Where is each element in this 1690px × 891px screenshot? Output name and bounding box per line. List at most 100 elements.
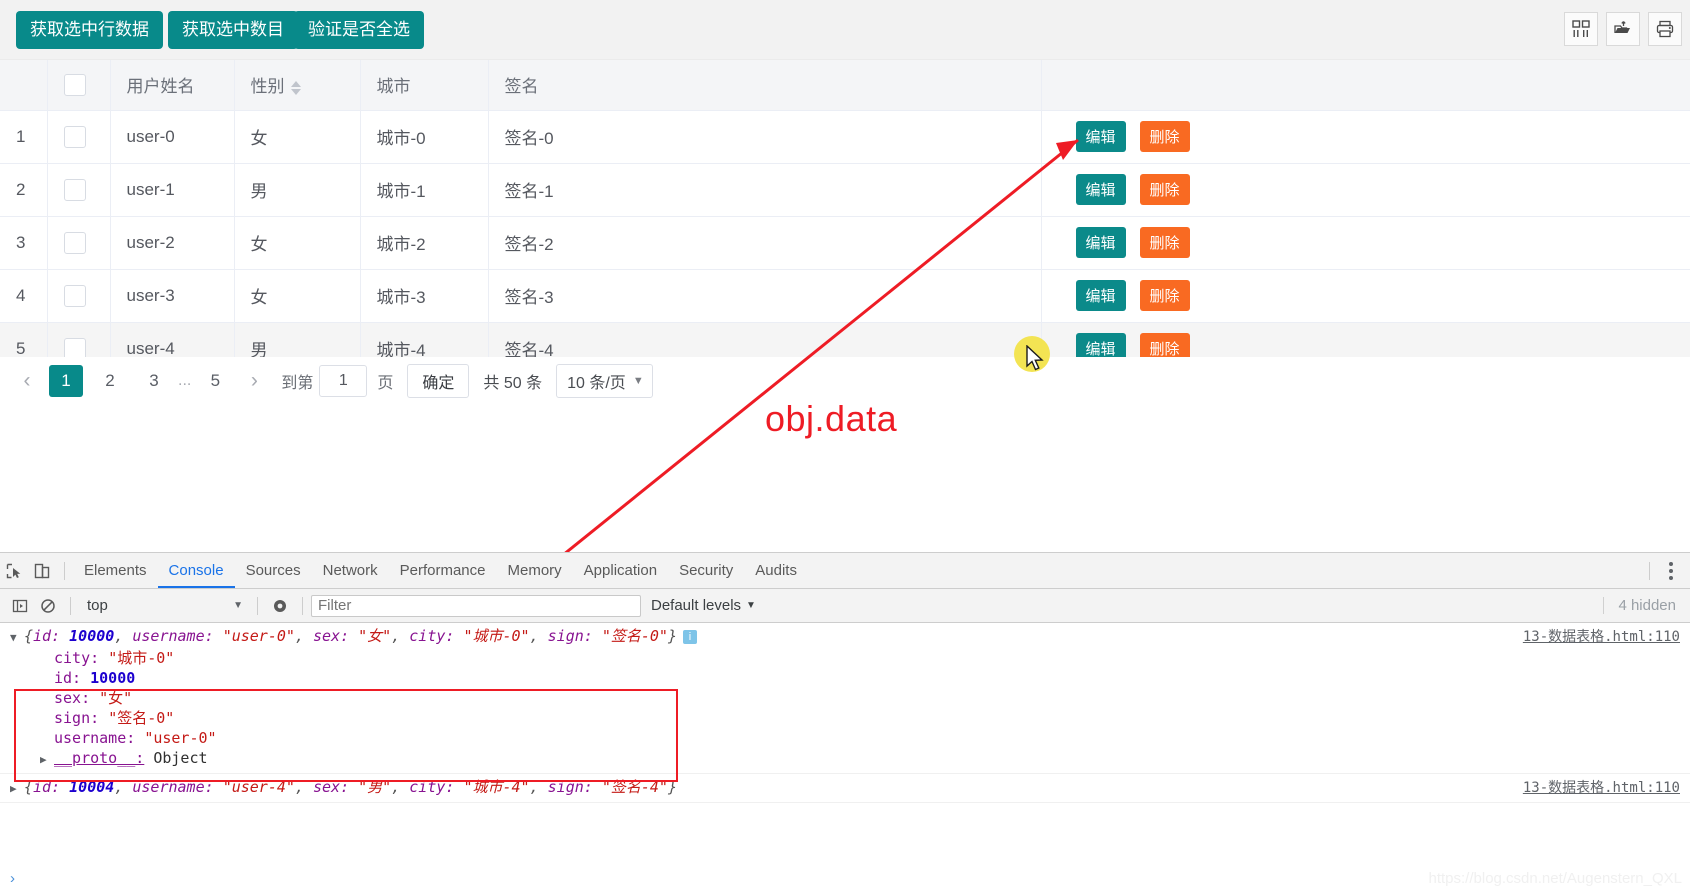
verify-select-all-button[interactable]: 验证是否全选 bbox=[294, 11, 424, 49]
get-selected-count-button[interactable]: 获取选中数目 bbox=[168, 11, 298, 49]
next-page-icon[interactable]: › bbox=[237, 364, 271, 398]
info-badge-icon[interactable]: i bbox=[683, 629, 697, 644]
chevron-down-icon: ▼ bbox=[233, 600, 243, 611]
page-size-select[interactable]: 10 条/页 ▼ bbox=[556, 364, 653, 398]
source-link[interactable]: 13-数据表格.html:110 bbox=[1523, 627, 1680, 647]
inspect-element-icon[interactable] bbox=[0, 557, 28, 585]
page-button-3[interactable]: 3 bbox=[137, 365, 171, 397]
table-row[interactable]: 3 user-2 女 城市-2 签名-2 编辑 删除 bbox=[0, 216, 1690, 270]
brace-open: { bbox=[24, 778, 34, 796]
tab-sources[interactable]: Sources bbox=[235, 553, 312, 588]
row-checkbox[interactable] bbox=[63, 178, 86, 201]
log-levels-label: Default levels bbox=[651, 597, 742, 614]
tab-memory[interactable]: Memory bbox=[497, 553, 573, 588]
console-sidebar-icon[interactable] bbox=[6, 592, 34, 620]
prev-page-icon[interactable]: ‹ bbox=[10, 364, 44, 398]
select-all-checkbox[interactable] bbox=[63, 73, 86, 96]
delete-button[interactable]: 删除 bbox=[1139, 227, 1190, 258]
delete-button[interactable]: 删除 bbox=[1139, 280, 1190, 311]
print-icon[interactable] bbox=[1648, 12, 1682, 46]
cell-actions: 编辑 删除 bbox=[1041, 163, 1690, 217]
console-log-entry[interactable]: ▶ {id: 10004, username: "user-4", sex: "男… bbox=[0, 774, 1690, 803]
property-value: 10000 bbox=[90, 669, 136, 687]
row-select-cell bbox=[47, 110, 111, 164]
tab-elements[interactable]: Elements bbox=[73, 553, 158, 588]
table-row[interactable]: 4 user-3 女 城市-3 签名-3 编辑 删除 bbox=[0, 269, 1690, 323]
object-preview: {id: 10004, username: "user-4", sex: "男"… bbox=[24, 778, 677, 796]
cell-username: user-2 bbox=[110, 216, 235, 270]
sort-caret-icon[interactable] bbox=[290, 80, 301, 95]
preview-value-city: "城市-4" bbox=[463, 778, 530, 796]
clear-console-icon[interactable] bbox=[34, 592, 62, 620]
edit-button[interactable]: 编辑 bbox=[1075, 174, 1126, 205]
execution-context-label: top bbox=[87, 597, 108, 614]
preview-value-username: "user-4" bbox=[222, 778, 295, 796]
header-sign[interactable]: 签名 bbox=[488, 60, 1042, 111]
brace-close: } bbox=[667, 627, 677, 645]
chevron-down-icon: ▼ bbox=[632, 375, 644, 387]
cell-sign: 签名-2 bbox=[488, 216, 1042, 270]
device-toolbar-icon[interactable] bbox=[28, 557, 56, 585]
log-levels-select[interactable]: Default levels ▼ bbox=[651, 597, 756, 614]
property-value: "user-0" bbox=[144, 729, 217, 747]
object-property-row: city: "城市-0" bbox=[26, 648, 1690, 668]
cell-username: user-3 bbox=[110, 269, 235, 323]
page-ellipsis[interactable]: ... bbox=[178, 372, 191, 390]
row-select-cell bbox=[47, 269, 111, 323]
live-expression-eye-icon[interactable] bbox=[266, 592, 294, 620]
columns-icon[interactable] bbox=[1564, 12, 1598, 46]
edit-button[interactable]: 编辑 bbox=[1075, 280, 1126, 311]
get-selected-rows-button[interactable]: 获取选中行数据 bbox=[16, 11, 163, 49]
watermark-label: https://blog.csdn.net/Augenstern_QXL bbox=[1428, 870, 1683, 887]
export-icon[interactable] bbox=[1606, 12, 1640, 46]
page-button-2[interactable]: 2 bbox=[93, 365, 127, 397]
property-value: "女" bbox=[99, 689, 133, 707]
tab-audits[interactable]: Audits bbox=[744, 553, 808, 588]
jump-unit-label: 页 bbox=[377, 375, 394, 392]
property-key: sex: bbox=[54, 689, 91, 707]
page-button-1[interactable]: 1 bbox=[49, 365, 83, 397]
row-select-cell bbox=[47, 163, 111, 217]
expand-triangle-icon[interactable]: ▶ bbox=[40, 750, 54, 770]
table-row[interactable]: 2 user-1 男 城市-1 签名-1 编辑 删除 bbox=[0, 163, 1690, 217]
preview-value-city: "城市-0" bbox=[463, 627, 530, 645]
row-checkbox[interactable] bbox=[63, 125, 86, 148]
expand-triangle-icon[interactable]: ▼ bbox=[10, 628, 24, 648]
row-index: 2 bbox=[0, 163, 48, 217]
hidden-messages-count[interactable]: 4 hidden bbox=[1603, 597, 1684, 614]
tab-security[interactable]: Security bbox=[668, 553, 744, 588]
header-sex[interactable]: 性别 bbox=[234, 60, 361, 111]
jump-page-input[interactable] bbox=[319, 365, 368, 397]
property-key: id: bbox=[54, 669, 82, 687]
edit-button[interactable]: 编辑 bbox=[1075, 121, 1126, 152]
page-button-last[interactable]: 5 bbox=[198, 365, 232, 397]
object-proto-row[interactable]: ▶ __proto__: Object bbox=[26, 748, 1690, 770]
edit-button[interactable]: 编辑 bbox=[1075, 227, 1126, 258]
row-checkbox[interactable] bbox=[63, 284, 86, 307]
table-head: 用户姓名 性别 城市 签名 bbox=[0, 60, 1690, 111]
table-row[interactable]: 1 user-0 女 城市-0 签名-0 编辑 删除 bbox=[0, 110, 1690, 164]
console-filter-input[interactable] bbox=[311, 594, 641, 617]
brace-open: { bbox=[24, 627, 34, 645]
toolbar-divider bbox=[257, 596, 258, 615]
confirm-jump-button[interactable]: 确定 bbox=[407, 364, 470, 398]
tab-performance[interactable]: Performance bbox=[389, 553, 497, 588]
header-city[interactable]: 城市 bbox=[360, 60, 489, 111]
execution-context-select[interactable]: top ▼ bbox=[79, 595, 249, 617]
delete-button[interactable]: 删除 bbox=[1139, 174, 1190, 205]
proto-key[interactable]: __proto__: bbox=[54, 749, 144, 767]
brace-close: } bbox=[667, 778, 677, 796]
source-link[interactable]: 13-数据表格.html:110 bbox=[1523, 778, 1680, 798]
console-log-entry[interactable]: ▼ {id: 10000, username: "user-0", sex: "女… bbox=[0, 623, 1690, 774]
tab-console[interactable]: Console bbox=[158, 553, 235, 588]
expand-triangle-icon[interactable]: ▶ bbox=[10, 779, 24, 799]
delete-button[interactable]: 删除 bbox=[1139, 121, 1190, 152]
preview-value-username: "user-0" bbox=[222, 627, 295, 645]
header-username[interactable]: 用户姓名 bbox=[110, 60, 235, 111]
tab-network[interactable]: Network bbox=[312, 553, 389, 588]
toolbar-icon-group bbox=[1564, 12, 1682, 46]
row-checkbox[interactable] bbox=[63, 231, 86, 254]
total-count-label: 共 50 条 bbox=[483, 375, 543, 392]
tab-application[interactable]: Application bbox=[573, 553, 668, 588]
more-options-icon[interactable] bbox=[1658, 561, 1684, 580]
